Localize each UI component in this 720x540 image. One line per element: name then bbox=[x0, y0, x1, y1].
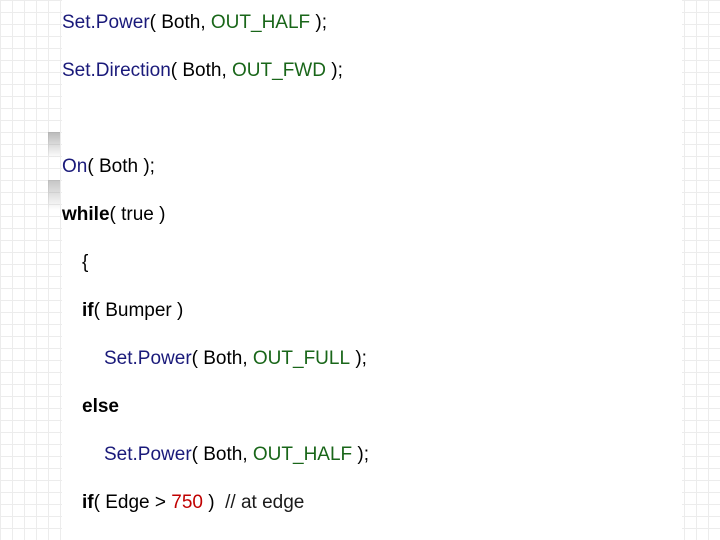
decor-bar-1 bbox=[48, 132, 60, 158]
fn-args: ( Both, bbox=[171, 60, 232, 82]
fn-name: Set.Power bbox=[104, 444, 192, 466]
comment: // at edge bbox=[225, 492, 304, 514]
const: OUT_FWD bbox=[232, 60, 326, 82]
const: OUT_HALF bbox=[253, 444, 352, 466]
const: OUT_HALF bbox=[211, 12, 310, 34]
const: OUT_FULL bbox=[253, 348, 350, 370]
fn-name: Set.Power bbox=[104, 348, 192, 370]
code-block: Set.Power( Both, OUT_HALF ); Set.Directi… bbox=[62, 0, 682, 540]
code-line: if( Bumper ) bbox=[62, 287, 682, 335]
fn-name: Set.Power bbox=[62, 12, 150, 34]
code-line: else bbox=[62, 383, 682, 431]
code-line: if( Edge > 750 ) // at edge bbox=[62, 479, 682, 527]
number: 750 bbox=[171, 492, 203, 514]
decor-bar-2 bbox=[48, 180, 60, 210]
code-line: Set.Power( Both, OUT_HALF ); bbox=[62, 0, 682, 47]
code-line: Set.Direction( Both, OUT_FWD ); bbox=[62, 47, 682, 95]
code-line: { bbox=[62, 527, 682, 540]
brace: { bbox=[82, 252, 88, 274]
code-line: On( Both ); bbox=[62, 143, 682, 191]
fn-args: ( Both ); bbox=[87, 156, 155, 178]
line-end: ); bbox=[310, 12, 327, 34]
code-line: while( true ) bbox=[62, 191, 682, 239]
line-end: ); bbox=[350, 348, 367, 370]
slide-page: Set.Power( Both, OUT_HALF ); Set.Directi… bbox=[0, 0, 720, 540]
line-end: ); bbox=[352, 444, 369, 466]
code-line: Set.Power( Both, OUT_FULL ); bbox=[62, 335, 682, 383]
keyword: if bbox=[82, 492, 94, 514]
rest: ( true ) bbox=[110, 204, 166, 226]
blank-line bbox=[62, 95, 682, 143]
fn-args: ( Both, bbox=[150, 12, 211, 34]
fn-name: Set.Direction bbox=[62, 60, 171, 82]
fn-name: On bbox=[62, 156, 87, 178]
post: ) bbox=[203, 492, 225, 514]
pre: ( Edge > bbox=[94, 492, 172, 514]
code-line: Set.Power( Both, OUT_HALF ); bbox=[62, 431, 682, 479]
fn-args: ( Both, bbox=[192, 348, 253, 370]
keyword: if bbox=[82, 300, 94, 322]
line-end: ); bbox=[326, 60, 343, 82]
fn-args: ( Both, bbox=[192, 444, 253, 466]
keyword: else bbox=[82, 396, 119, 418]
keyword: while bbox=[62, 204, 110, 226]
code-line: { bbox=[62, 239, 682, 287]
rest: ( Bumper ) bbox=[94, 300, 184, 322]
